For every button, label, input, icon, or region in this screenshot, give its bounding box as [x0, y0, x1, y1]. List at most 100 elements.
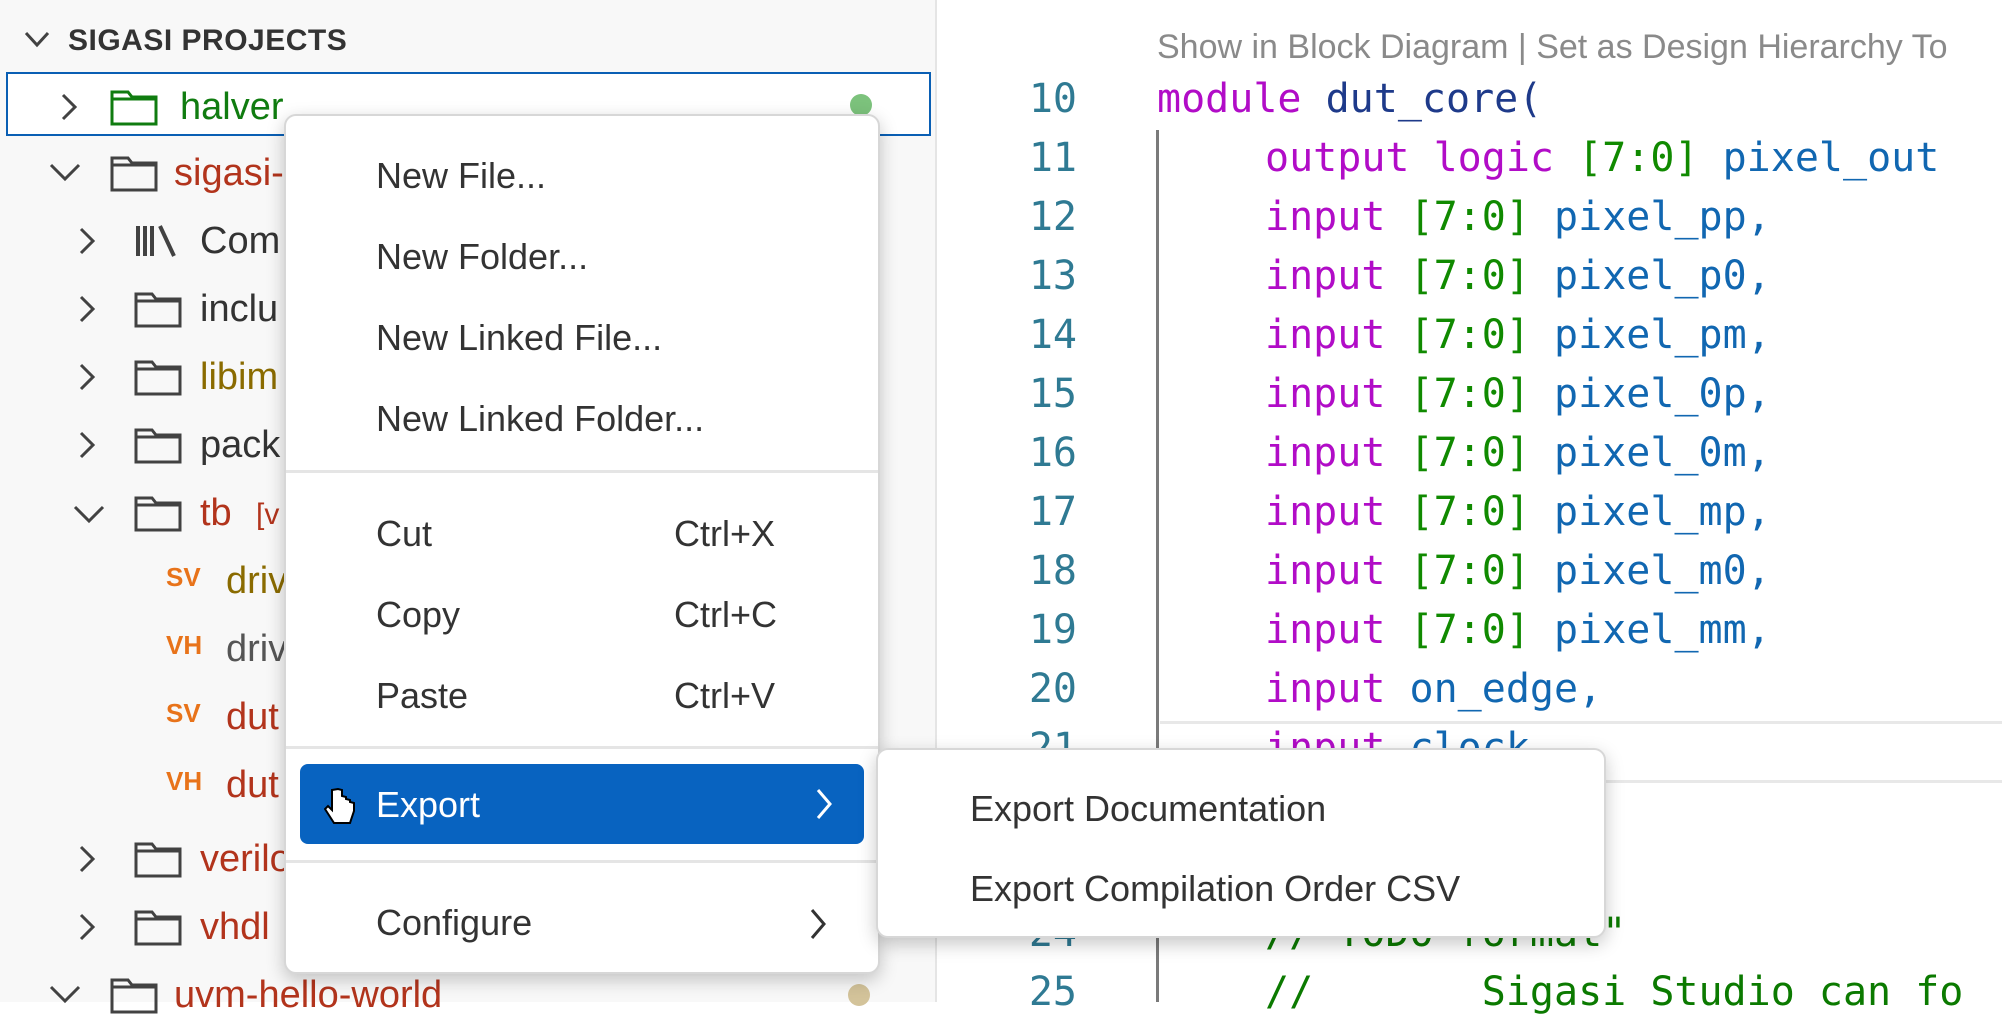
context-menu: New File... New Folder... New Linked Fil…	[284, 114, 880, 974]
line-number: 13	[1028, 253, 1077, 299]
port-name: pixel_pm,	[1554, 312, 1771, 358]
chevron-down-icon[interactable]	[72, 502, 106, 531]
chevron-right-icon[interactable]	[76, 226, 98, 261]
code-line[interactable]: input [7:0] pixel_0m,	[1265, 430, 1771, 476]
tree-item-label: dut	[226, 696, 279, 738]
chevron-right-icon[interactable]	[76, 362, 98, 397]
menu-separator	[286, 860, 878, 863]
tree-item-label: dut	[226, 764, 279, 806]
port-range: [7:0]	[1409, 607, 1530, 653]
menu-item-label: Paste	[376, 675, 469, 716]
line-number: 14	[1028, 312, 1077, 358]
status-dot	[850, 94, 872, 116]
code-line[interactable]: input [7:0] pixel_mp,	[1265, 489, 1771, 535]
port-range: [7:0]	[1409, 253, 1530, 299]
menu-item-label: Export	[376, 784, 481, 825]
tree-item-label: sigasi-	[174, 152, 284, 194]
code-comment[interactable]: // Sigasi Studio can fo	[1265, 969, 1963, 1015]
code-line[interactable]: input [7:0] pixel_p0,	[1265, 253, 1771, 299]
chevron-right-icon[interactable]	[58, 92, 80, 127]
folder-icon	[110, 976, 158, 1019]
chevron-down-icon[interactable]	[22, 24, 52, 59]
code-line[interactable]: output logic [7:0] pixel_out	[1265, 135, 1939, 181]
code-keyword: input	[1265, 607, 1386, 653]
line-number: 18	[1028, 548, 1077, 594]
status-dot	[848, 984, 870, 1006]
code-line[interactable]: input on_edge,	[1265, 666, 1602, 712]
chevron-down-icon[interactable]	[48, 982, 82, 1011]
section-header[interactable]: SIGASI PROJECTS	[0, 10, 935, 68]
section-title: SIGASI PROJECTS	[68, 24, 348, 57]
menu-item-new-file[interactable]: New File...	[286, 141, 878, 207]
port-name: pixel_out	[1722, 135, 1940, 181]
chevron-right-icon[interactable]	[76, 430, 98, 465]
menu-item-export[interactable]: Export	[300, 764, 864, 844]
tree-item-label: halver	[180, 86, 284, 128]
port-name: pixel_0m,	[1554, 430, 1771, 476]
tree-item-label: verilo	[200, 838, 291, 880]
code-keyword: input	[1265, 548, 1386, 594]
code-keyword: output logic	[1265, 135, 1554, 181]
chevron-right-icon[interactable]	[76, 844, 98, 879]
shortcut-label: Ctrl+C	[674, 594, 778, 635]
line-number: 11	[1028, 135, 1077, 181]
project-folder-icon	[110, 88, 158, 131]
folder-icon	[134, 494, 182, 537]
codelens-actions[interactable]: Show in Block Diagram | Set as Design Hi…	[1157, 28, 1948, 67]
code-line[interactable]: input [7:0] pixel_m0,	[1265, 548, 1771, 594]
folder-icon	[134, 908, 182, 951]
menu-item-label: New File...	[376, 155, 547, 196]
chevron-down-icon[interactable]	[48, 160, 82, 189]
chevron-right-icon[interactable]	[76, 912, 98, 947]
tree-item-label: driv	[226, 560, 288, 602]
code-line[interactable]: input [7:0] pixel_0p,	[1265, 371, 1771, 417]
menu-item-new-folder[interactable]: New Folder...	[286, 222, 878, 288]
port-range: [7:0]	[1409, 194, 1530, 240]
menu-item-new-linked-folder[interactable]: New Linked Folder...	[286, 384, 878, 450]
menu-item-cut[interactable]: Cut Ctrl+X	[286, 499, 878, 565]
menu-item-label: Configure	[376, 902, 533, 943]
menu-item-label: Copy	[376, 594, 461, 635]
verilog-header-file-icon: VH	[166, 766, 203, 796]
port-range: [7:0]	[1409, 312, 1530, 358]
port-name: pixel_0p,	[1554, 371, 1771, 417]
menu-separator	[286, 470, 878, 473]
port-range: [7:0]	[1409, 371, 1530, 417]
code-keyword: input	[1265, 194, 1386, 240]
tree-item-label: tb	[200, 492, 232, 534]
menu-item-paste[interactable]: Paste Ctrl+V	[286, 661, 878, 727]
menu-item-export-documentation[interactable]: Export Documentation	[878, 774, 1604, 840]
chevron-right-icon[interactable]	[76, 294, 98, 329]
code-keyword: input	[1265, 253, 1386, 299]
line-number: 15	[1028, 371, 1077, 417]
tree-item-label: pack	[200, 424, 281, 466]
code-line[interactable]: input [7:0] pixel_mm,	[1265, 607, 1771, 653]
shortcut-label: Ctrl+V	[674, 675, 776, 716]
export-submenu: Export Documentation Export Compilation …	[876, 748, 1606, 938]
menu-item-configure[interactable]: Configure	[286, 888, 878, 958]
menu-item-copy[interactable]: Copy Ctrl+C	[286, 580, 878, 646]
port-name: pixel_pp,	[1554, 194, 1771, 240]
port-range: [7:0]	[1409, 548, 1530, 594]
line-number: 25	[1028, 969, 1077, 1015]
code-line[interactable]: module dut_core(	[1157, 76, 1542, 122]
code-keyword: module	[1157, 76, 1302, 122]
port-range: [7:0]	[1409, 430, 1530, 476]
menu-item-label: Cut	[376, 513, 433, 554]
line-number: 10	[1028, 76, 1077, 122]
line-number: 17	[1028, 489, 1077, 535]
line-number: 16	[1028, 430, 1077, 476]
module-name: dut_core(	[1325, 76, 1543, 122]
menu-item-export-compilation-order-csv[interactable]: Export Compilation Order CSV	[878, 854, 1604, 920]
code-keyword: input	[1265, 666, 1386, 712]
tree-item-label: uvm-hello-world	[174, 974, 443, 1016]
menu-item-new-linked-file[interactable]: New Linked File...	[286, 303, 878, 369]
chevron-right-icon	[808, 906, 828, 947]
tree-item-label: inclu	[200, 288, 279, 330]
verilog-header-file-icon: VH	[166, 630, 203, 660]
library-icon	[134, 222, 182, 265]
chevron-right-icon	[814, 786, 834, 827]
code-line[interactable]: input [7:0] pixel_pp,	[1265, 194, 1771, 240]
port-name: on_edge,	[1409, 666, 1603, 712]
code-line[interactable]: input [7:0] pixel_pm,	[1265, 312, 1771, 358]
